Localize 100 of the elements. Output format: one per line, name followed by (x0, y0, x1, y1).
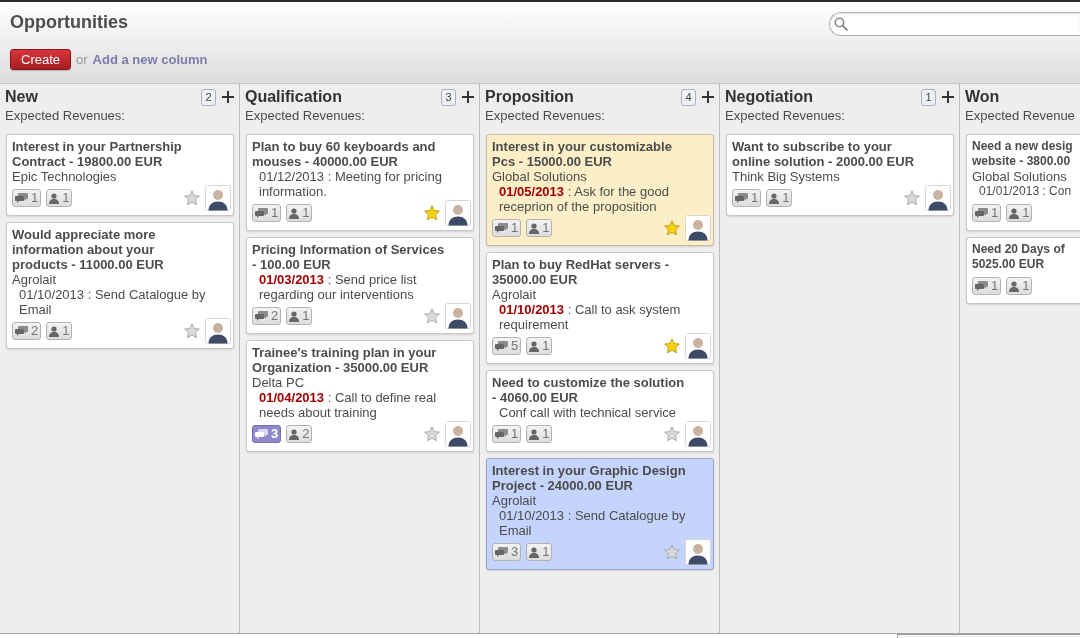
person-icon (529, 546, 540, 558)
card-title: Pricing Information of Services - 100.00 EUR (252, 242, 446, 272)
opportunity-card[interactable]: Interest in your customizable Pcs - 15000.00 EUR Global Solutions 01/05/2013 : Ask for the good receprion of the proposition 1 1 (486, 134, 714, 246)
opportunity-card[interactable]: Need 20 Days of 5025.00 EUR 1 1 (966, 237, 1080, 304)
opportunity-card[interactable]: Interest in your Graphic Design Project - 24000.00 EUR Agrolait 01/10/2013 : Send Catalogue by Email 3 1 (486, 458, 714, 570)
avatar-icon (205, 185, 231, 211)
message-count[interactable]: 2 (252, 307, 282, 325)
search-icon (834, 17, 848, 31)
opportunity-card[interactable]: Want to subscribe to your online solution - 2000.00 EUR Think Big Systems 1 1 (726, 134, 954, 216)
follower-count[interactable]: 1 (1006, 277, 1033, 295)
activity-text: 01/03/2013 : Send price list regarding our interventions (258, 272, 418, 302)
horizontal-scrollbar[interactable] (897, 634, 1080, 638)
opportunity-card[interactable]: Plan to buy RedHat servers - 35000.00 EUR Agrolait 01/10/2013 : Call to ask system requirement 5 1 (486, 252, 714, 364)
message-count[interactable]: 1 (492, 425, 522, 443)
follower-count[interactable]: 1 (766, 189, 793, 207)
revenue-label: Expected Revenues: (244, 108, 366, 123)
card-title: Interest in your customizable Pcs - 15000.00 EUR (492, 139, 673, 169)
chat-icon (495, 223, 508, 233)
revenue-label: Expected Revenues: (724, 108, 846, 123)
message-count[interactable]: 1 (492, 219, 522, 237)
card-title: Interest in your Graphic Design Project - 24000.00 EUR (492, 463, 687, 493)
follower-count[interactable]: 1 (1006, 204, 1033, 222)
activity-text: 01/04/2013 : Call to define real needs about training (258, 390, 438, 420)
follower-count[interactable]: 1 (526, 425, 553, 443)
star-icon[interactable] (184, 323, 200, 339)
opportunity-card[interactable]: Plan to buy 60 keyboards and mouses - 40000.00 EUR 01/12/2013 : Meeting for pricing information. 1 1 (246, 134, 474, 231)
star-icon[interactable] (424, 426, 440, 442)
message-count[interactable]: 1 (12, 189, 42, 207)
star-icon[interactable] (904, 190, 920, 206)
card-title: Trainee's training plan in your Organization - 35000.00 EUR (252, 345, 438, 375)
activity-text: 01/10/2013 : Call to ask system requirement (498, 302, 682, 332)
chat-icon (255, 311, 268, 321)
person-icon (289, 310, 300, 322)
person-icon (769, 192, 780, 204)
message-count[interactable]: 3 (492, 543, 522, 561)
plus-icon[interactable] (462, 91, 474, 103)
column-title: Proposition (485, 87, 574, 107)
message-count[interactable]: 2 (12, 322, 42, 340)
company-name: Epic Technologies (12, 169, 118, 184)
activity-text: 01/10/2013 : Send Catalogue by Email (498, 508, 687, 538)
card-count: 2 (201, 88, 216, 106)
message-count[interactable]: 3 (252, 425, 282, 443)
follower-count[interactable]: 1 (46, 189, 73, 207)
page-title: Opportunities (10, 11, 128, 33)
message-count[interactable]: 1 (972, 277, 1002, 295)
chat-icon (15, 193, 28, 203)
star-icon[interactable] (664, 544, 680, 560)
activity-text: 01/05/2013 : Ask for the good receprion of the proposition (498, 184, 670, 214)
opportunity-card[interactable]: Need to customize the solution - 4060.00 EUR Conf call with technical service 1 1 (486, 370, 714, 452)
opportunity-card[interactable]: Interest in your Partnership Contract - 19800.00 EUR Epic Technologies 1 1 (6, 134, 234, 216)
avatar-icon (445, 421, 471, 447)
column-title: Won (965, 87, 1000, 107)
opportunity-card[interactable]: Pricing Information of Services - 100.00 EUR 01/03/2013 : Send price list regarding our interventions 2 1 (246, 237, 474, 334)
follower-count[interactable]: 1 (46, 322, 73, 340)
follower-count[interactable]: 1 (286, 307, 313, 325)
add-column-link[interactable]: Add a new column (92, 52, 208, 67)
person-icon (49, 325, 60, 337)
company-name: Delta PC (252, 375, 306, 390)
opportunity-card[interactable]: Would appreciate more information about your products - 11000.00 EUR Agrolait 01/10/2013 : Send Catalogue by Email 2 1 (6, 222, 234, 349)
person-icon (289, 207, 300, 219)
opportunity-card[interactable]: Need a new desig website - 3800.00 Global Solutions 01/01/2013 : Con 1 1 (966, 134, 1080, 231)
plus-icon[interactable] (942, 91, 954, 103)
create-button[interactable]: Create (10, 49, 72, 70)
avatar-icon (925, 185, 951, 211)
follower-count[interactable]: 1 (526, 543, 553, 561)
card-count: 4 (681, 88, 696, 106)
person-icon (1009, 207, 1020, 219)
card-title: Need 20 Days of 5025.00 EUR (972, 242, 1066, 272)
star-icon[interactable] (424, 308, 440, 324)
star-icon[interactable] (664, 338, 680, 354)
follower-count[interactable]: 1 (526, 219, 553, 237)
column-title: Negotiation (725, 87, 813, 107)
plus-icon[interactable] (702, 91, 714, 103)
chat-icon (495, 547, 508, 557)
card-title: Interest in your Partnership Contract - 19800.00 EUR (12, 139, 183, 169)
message-count[interactable]: 1 (732, 189, 762, 207)
person-icon (529, 428, 540, 440)
follower-count[interactable]: 1 (286, 204, 313, 222)
company-name: Agrolait (492, 287, 538, 302)
message-count[interactable]: 5 (492, 337, 522, 355)
plus-icon[interactable] (222, 91, 234, 103)
avatar-icon (685, 421, 711, 447)
search-field[interactable] (829, 12, 1080, 36)
chat-icon (975, 208, 988, 218)
opportunity-card[interactable]: Trainee's training plan in your Organization - 35000.00 EUR Delta PC 01/04/2013 : Call to define real needs about training 3 2 (246, 340, 474, 452)
follower-count[interactable]: 2 (286, 425, 313, 443)
company-name: Agrolait (12, 272, 58, 287)
message-count[interactable]: 1 (252, 204, 282, 222)
follower-count[interactable]: 1 (526, 337, 553, 355)
or-text: or (76, 52, 88, 67)
avatar-icon (445, 303, 471, 329)
star-icon[interactable] (664, 426, 680, 442)
star-icon[interactable] (184, 190, 200, 206)
chat-icon (495, 429, 508, 439)
column-title: Qualification (245, 87, 342, 107)
message-count[interactable]: 1 (972, 204, 1002, 222)
star-icon[interactable] (664, 220, 680, 236)
star-icon[interactable] (424, 205, 440, 221)
revenue-label: Expected Revenues: (484, 108, 606, 123)
company-name: Global Solutions (972, 169, 1068, 184)
